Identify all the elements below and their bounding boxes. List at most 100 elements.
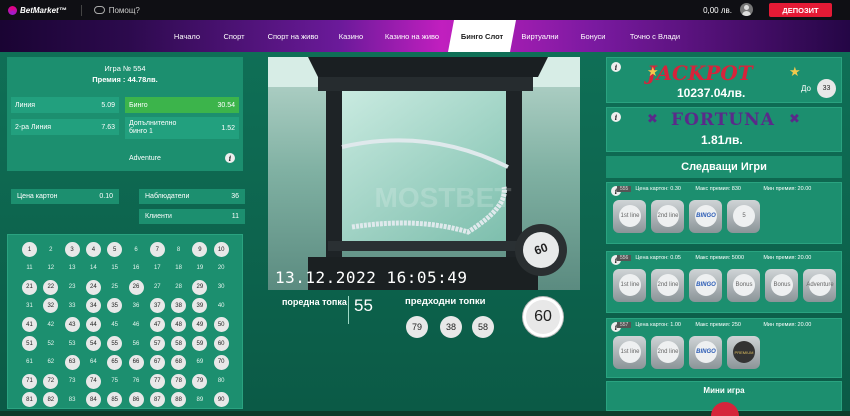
order-number: 55 (354, 296, 373, 315)
card-price-value: 0.10 (99, 193, 113, 200)
number-ball: 32 (43, 298, 59, 314)
number-ball: 52 (47, 340, 55, 347)
number-ball: 72 (43, 373, 59, 389)
live-video[interactable]: MOSTBET 60 13.12.2022 16:05:49 (268, 57, 580, 290)
deposit-button[interactable]: ДЕПОЗИТ (769, 3, 832, 17)
user-icon[interactable] (740, 3, 753, 16)
number-ball: 2 (49, 246, 53, 253)
next-games-header: Следващи Игри (606, 156, 842, 178)
prize-tile-label: 1st line (619, 274, 641, 296)
ball-grid: 1 2 3 4 5 6 7 8 9 10 11 12 13 14 15 16 17 18 19 20 21 22 23 24 2… (7, 234, 243, 409)
number-ball: 20 (217, 265, 225, 272)
upcoming-game[interactable]: i 557 Цена картон: 1.00 Макс премия: 250 Мин… (606, 318, 842, 378)
number-ball: 37 (149, 298, 165, 314)
jackpot-amount: 10237.04лв. (677, 86, 746, 100)
number-ball: 85 (107, 392, 123, 408)
number-ball: 66 (128, 354, 144, 370)
number-ball: 63 (64, 354, 80, 370)
fortuna-panel: i FORTUNA ✖ ✖ 1.81лв. (606, 107, 842, 152)
game-header: Игра № 554 Премия : 44.78лв. (7, 57, 243, 93)
number-ball: 90 (213, 392, 229, 408)
number-ball: 23 (68, 284, 76, 291)
nav-sport[interactable]: Спорт (212, 20, 256, 52)
nav-vladi[interactable]: Точно с Влади (620, 20, 690, 52)
main-nav: Начало Спорт Спорт на живо Казино Казино… (0, 20, 850, 52)
game-card-price: Цена картон: 0.30 (635, 186, 681, 192)
prize-tile: BINGO (689, 269, 722, 302)
prize-tile-label: PREMIUM (733, 341, 755, 363)
number-ball: 30 (217, 284, 225, 291)
big-current-ball: 60 (523, 297, 563, 337)
number-ball: 12 (47, 265, 55, 272)
number-ball: 53 (68, 340, 76, 347)
number-ball: 13 (68, 265, 76, 272)
game-card-price: Цена картон: 1.00 (635, 322, 681, 328)
prize-tile: 2nd line (651, 200, 684, 233)
number-ball: 44 (85, 317, 101, 333)
nav-bonuses[interactable]: Бонуси (572, 20, 614, 52)
fortuna-title: FORTUNA (671, 110, 775, 130)
prize-tile-label: 2nd line (657, 205, 679, 227)
prize-tile-label: 2nd line (657, 274, 679, 296)
info-icon[interactable]: i (611, 62, 621, 72)
nav-virtual[interactable]: Виртуални (516, 20, 564, 52)
game-min-prize: Мин премия: 20.00 (763, 322, 812, 328)
clients-value: 11 (231, 213, 239, 220)
upcoming-game[interactable]: i 556 Цена картон: 0.05 Макс премия: 5000 Ми… (606, 251, 842, 313)
prize-tile: BINGO (689, 336, 722, 369)
mini-game-title: Мини игра (703, 386, 745, 395)
number-ball: 9 (192, 242, 208, 257)
info-icon[interactable]: i (611, 112, 621, 122)
number-ball: 61 (26, 359, 33, 366)
clover-icon: ✖ (789, 111, 800, 126)
nav-sport-live[interactable]: Спорт на живо (258, 20, 328, 52)
number-ball: 14 (90, 265, 97, 272)
nav-casino[interactable]: Казино (330, 20, 372, 52)
game-number: Игра № 554 (104, 64, 146, 73)
nav-bingo-slot[interactable]: Бинго Слот (448, 20, 516, 52)
jackpot-panel: i JACKPOT ★ ★ 10237.04лв. До 33 (606, 57, 842, 103)
prize-tile: 5 (727, 200, 760, 233)
line-label: Линия (15, 101, 36, 109)
prize-tile: Bonus (727, 269, 760, 302)
nav-home[interactable]: Начало (162, 20, 212, 52)
help-link[interactable]: Помощ? (93, 5, 140, 15)
number-ball: 31 (26, 302, 33, 309)
number-ball: 5 (107, 242, 123, 257)
top-bar: BetMarket™ Помощ? 0,00 лв. ДЕПОЗИТ (0, 0, 850, 20)
number-ball: 79 (192, 373, 208, 389)
number-ball: 71 (22, 373, 37, 389)
number-ball: 60 (213, 336, 229, 351)
number-ball: 75 (111, 378, 119, 385)
number-ball: 70 (213, 354, 229, 370)
game-min-prize: Мин премия: 20.00 (763, 186, 812, 192)
upcoming-game[interactable]: i 555 Цена картон: 0.30 Макс премия: 830 Мин… (606, 182, 842, 244)
game-id: 556 (617, 255, 632, 261)
line2-value: 7.63 (101, 123, 115, 131)
bingo-label: Бинго (129, 101, 148, 109)
number-ball: 76 (132, 378, 140, 385)
number-ball: 26 (128, 279, 144, 295)
video-timestamp: 13.12.2022 16:05:49 (275, 268, 468, 287)
help-label: Помощ? (108, 5, 140, 15)
number-ball: 3 (64, 242, 80, 257)
number-ball: 88 (171, 392, 187, 408)
info-icon[interactable]: i (225, 153, 235, 163)
logo-text: BetMarket™ (20, 5, 67, 15)
prize-tile: 1st line (613, 200, 646, 233)
number-ball: 17 (153, 265, 161, 272)
game-id: 555 (617, 186, 632, 192)
prize-tile: 2nd line (651, 269, 684, 302)
previous-ball: 79 (406, 316, 428, 338)
prize-tile: BINGO (689, 200, 722, 233)
betmarket-logo[interactable]: BetMarket™ (8, 5, 67, 15)
number-ball: 58 (171, 336, 187, 351)
number-ball: 18 (175, 265, 182, 272)
nav-casino-live[interactable]: Казино на живо (376, 20, 448, 52)
number-ball: 59 (192, 336, 208, 351)
number-ball: 80 (217, 378, 225, 385)
mini-game-icon[interactable] (711, 402, 739, 416)
number-ball: 39 (192, 298, 208, 314)
number-ball: 41 (22, 317, 37, 333)
card-price-label: Цена картон (17, 193, 58, 200)
